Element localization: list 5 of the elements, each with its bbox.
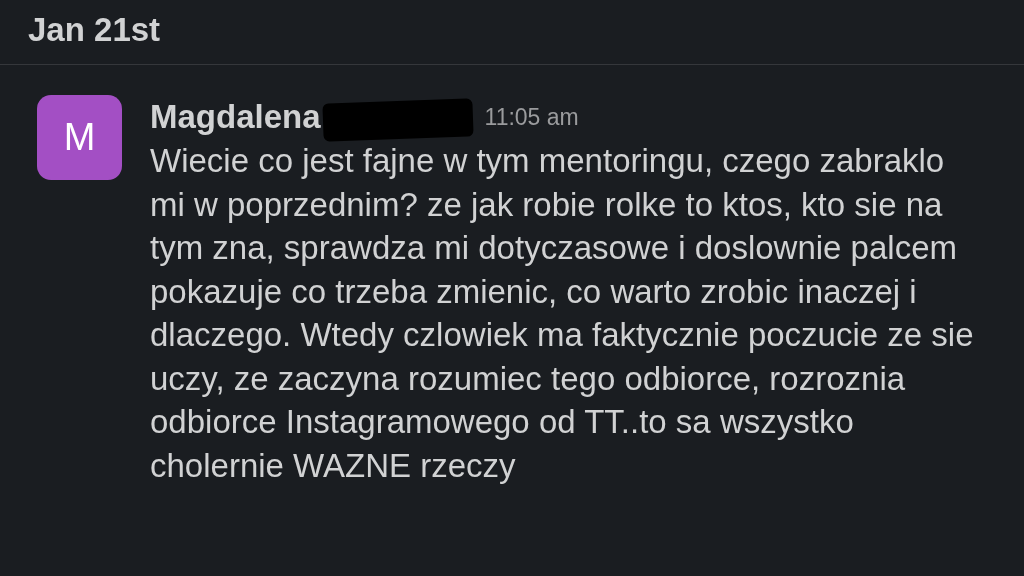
- date-header: Jan 21st: [28, 11, 161, 48]
- message-time: 11:05 am: [484, 102, 579, 132]
- avatar[interactable]: M: [37, 95, 122, 180]
- message-text: Wiecie co jest fajne w tym mentoringu, czego zabraklo mi w poprzednim? ze jak robie rolke to ktos, kto sie na tym zna, sprawdza mi dotyczasowe i doslownie palcem pokazuje co trzeba zmienic, co warto zrobic inaczej i dlaczego. Wtedy czlowiek ma faktycznie poczucie ze sie uczy, ze zaczyna rozumiec tego odbiorce, rozroznia odbiorce Instagramowego od TT..to sa wszystko cholernie WAZNE rzeczy: [150, 141, 975, 486]
- author-name[interactable]: Magdalena: [150, 92, 321, 142]
